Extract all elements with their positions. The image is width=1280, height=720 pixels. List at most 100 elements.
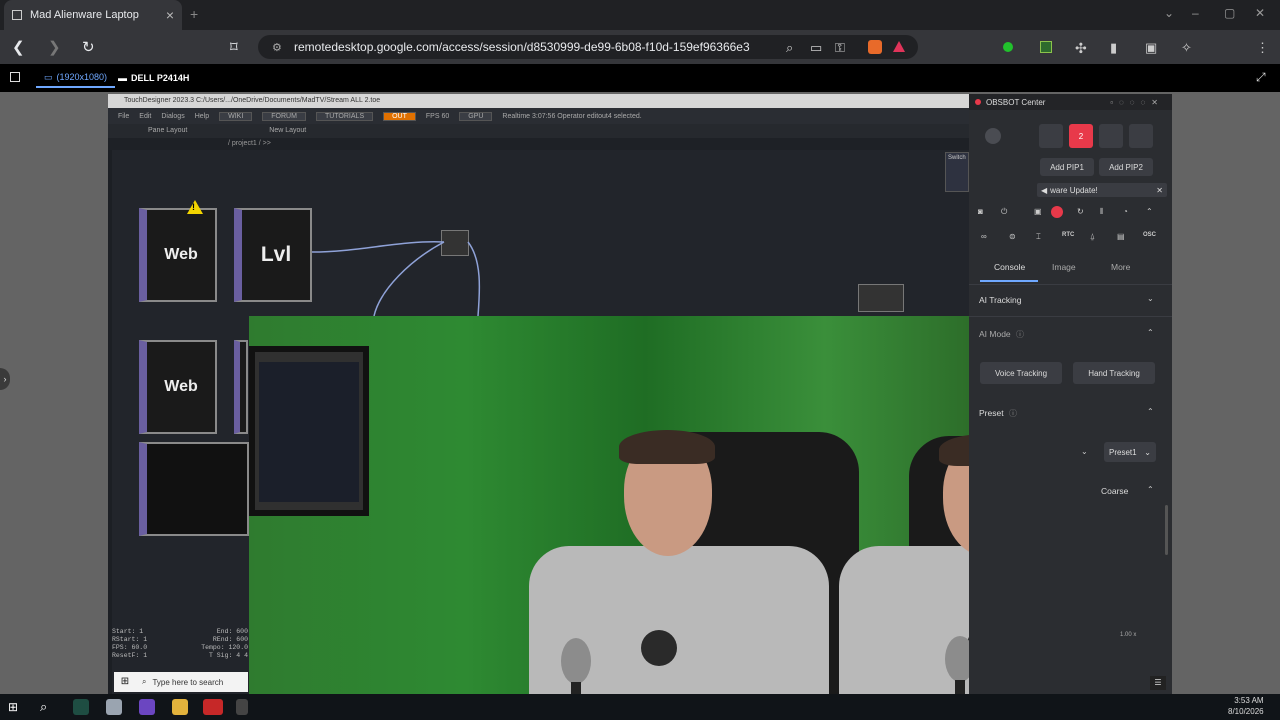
td-switch-node[interactable]: Switch	[945, 152, 969, 192]
obsbot-avatar-icon[interactable]	[985, 128, 1001, 144]
ai-tracking-chevron-icon[interactable]: ⌄	[1147, 294, 1154, 303]
tab-search-chevron-icon[interactable]: ⌄	[1164, 6, 1174, 20]
cast-icon[interactable]: ▭	[810, 40, 822, 56]
voice-tracking-button[interactable]: Voice Tracking	[980, 362, 1062, 384]
td-menu-file[interactable]: File	[118, 113, 129, 120]
firmware-update-banner[interactable]: ◀ ware Update! ✕	[1037, 183, 1167, 197]
tab-image[interactable]: Image	[1052, 262, 1076, 272]
timer-icon[interactable]: ◔	[1123, 207, 1128, 216]
tab-more[interactable]: More	[1111, 262, 1130, 272]
td-node-partial[interactable]	[234, 340, 248, 434]
ai-mode-label[interactable]: AI Mode	[979, 329, 1011, 339]
td-node-web-1[interactable]: Web	[139, 208, 217, 302]
obsbot-device-2[interactable]: 2	[1069, 124, 1093, 148]
taskbar-file-explorer-icon[interactable]	[172, 699, 188, 715]
preset-select[interactable]: Preset1 ⌄	[1104, 442, 1156, 462]
forward-icon[interactable]: ❯	[48, 38, 61, 56]
tab-console[interactable]: Console	[994, 262, 1025, 272]
extension-grid-icon[interactable]	[1040, 41, 1052, 53]
remote-start-icon[interactable]: ⊞	[114, 672, 136, 692]
tab-close-icon[interactable]: ×	[166, 7, 174, 23]
snapshot-icon[interactable]: ◙	[978, 207, 983, 216]
browser-tab[interactable]: Mad Alienware Laptop ×	[4, 0, 182, 30]
warning-icon[interactable]	[187, 200, 203, 214]
windows-start-icon[interactable]: ⊞	[8, 700, 18, 714]
brave-shield-icon[interactable]	[868, 40, 882, 54]
coarse-label[interactable]: Coarse	[1101, 486, 1128, 496]
leo-ai-icon[interactable]: ✧	[1181, 40, 1192, 56]
td-menu-edit[interactable]: Edit	[139, 113, 151, 120]
reload-icon[interactable]: ↻	[82, 38, 95, 56]
preset-label[interactable]: Preset	[979, 408, 1004, 418]
obsbot-device-4[interactable]	[1129, 124, 1153, 148]
display-tab-dell[interactable]: ▬ DELL P2414H	[118, 68, 189, 88]
taskbar-app-touchdesigner-icon[interactable]	[73, 699, 89, 715]
taskbar-app-icon[interactable]	[106, 699, 122, 715]
preset-left-dropdown-icon[interactable]: ⌄	[1081, 447, 1088, 456]
obsbot-window-controls[interactable]: ▫◌◌◌✕	[1110, 98, 1164, 107]
remote-menu-icon[interactable]	[10, 72, 20, 82]
minimize-icon[interactable]: –	[1192, 6, 1199, 20]
remote-notification-icon[interactable]: ☰	[1150, 676, 1166, 690]
coarse-chevron-icon[interactable]: ⌃	[1147, 485, 1154, 494]
td-node-web-2[interactable]: Web	[139, 340, 217, 434]
td-new-layout[interactable]: New Layout	[269, 127, 306, 134]
banner-close-icon[interactable]: ✕	[1156, 186, 1163, 195]
display-tab-1920[interactable]: ▭ (1920x1080)	[36, 68, 116, 88]
remote-fullscreen-icon[interactable]: ⤢	[1256, 70, 1266, 85]
td-forum-button[interactable]: FORUM	[262, 111, 306, 121]
bookmark-icon[interactable]: ⌑	[230, 38, 238, 56]
td-pane-layout[interactable]: Pane Layout	[148, 127, 187, 134]
rewards-triangle-icon[interactable]	[893, 41, 905, 52]
ai-mode-info-icon[interactable]: ⓘ	[1016, 329, 1024, 340]
remote-search-box[interactable]: ⌕ Type here to search	[136, 672, 248, 692]
collapse-icon[interactable]: ⌃	[1146, 207, 1153, 216]
td-node-small-2[interactable]	[858, 284, 904, 312]
td-path[interactable]: / project1 / >>	[228, 140, 271, 147]
taskbar-search-icon[interactable]: ⌕	[40, 699, 47, 715]
password-key-icon[interactable]: ⚿	[835, 40, 845, 56]
taskbar-app-red-icon[interactable]	[203, 699, 223, 715]
link-icon[interactable]: ∞	[981, 232, 987, 241]
add-pip1-button[interactable]: Add PIP1	[1040, 158, 1094, 176]
gimbal-icon[interactable]: ⊜	[1009, 232, 1016, 241]
td-menu-dialogs[interactable]: Dialogs	[161, 113, 184, 120]
wallet-icon[interactable]: ▣	[1145, 40, 1157, 56]
extension-green-icon[interactable]	[1003, 42, 1013, 52]
obs-scrollbar[interactable]	[1165, 505, 1168, 555]
ai-tracking-label[interactable]: AI Tracking	[979, 295, 1022, 305]
record-icon[interactable]: ▣	[1034, 207, 1042, 216]
power-icon[interactable]: ⏻	[1001, 207, 1007, 217]
td-node-black[interactable]	[139, 442, 249, 536]
td-wiki-button[interactable]: WIKI	[219, 111, 253, 121]
new-tab-icon[interactable]: +	[190, 6, 198, 22]
ai-mode-chevron-icon[interactable]: ⌃	[1147, 328, 1154, 337]
person-icon[interactable]: ⍙	[1090, 232, 1095, 242]
preset-info-icon[interactable]: ⓘ	[1009, 408, 1017, 419]
td-menu-help[interactable]: Help	[195, 113, 209, 120]
td-tutorials-button[interactable]: TUTORIALS	[315, 111, 374, 121]
browser-menu-icon[interactable]: ⋮	[1256, 40, 1269, 56]
hand-tracking-button[interactable]: Hand Tracking	[1073, 362, 1155, 384]
taskbar-app-partial-icon[interactable]	[236, 699, 248, 715]
window-close-icon[interactable]: ✕	[1255, 6, 1265, 20]
screen-icon[interactable]: ▤	[1117, 232, 1125, 241]
site-info-icon[interactable]: ⚙	[272, 41, 284, 54]
preset-chevron-icon[interactable]: ⌃	[1147, 407, 1154, 416]
extensions-puzzle-icon[interactable]: ✣	[1075, 40, 1087, 57]
taskbar-clock[interactable]: 3:53 AM 8/10/2026	[1228, 695, 1264, 717]
taskbar-app-purple-icon[interactable]	[139, 699, 155, 715]
add-pip2-button[interactable]: Add PIP2	[1099, 158, 1153, 176]
rtc-icon[interactable]: RTC	[1062, 232, 1074, 238]
reset-icon[interactable]: ↻	[1077, 207, 1084, 216]
frame-icon[interactable]: ⌶	[1036, 232, 1041, 242]
record-active-icon[interactable]	[1051, 206, 1063, 218]
osc-icon[interactable]: OSC	[1143, 232, 1156, 238]
maximize-icon[interactable]: ▢	[1224, 6, 1235, 20]
audio-icon[interactable]: ⦀	[1100, 207, 1104, 217]
sidebar-icon[interactable]: ▮	[1110, 40, 1117, 56]
zoom-icon[interactable]: ⌕	[786, 40, 793, 56]
obsbot-device-1[interactable]	[1039, 124, 1063, 148]
back-icon[interactable]: ❮	[12, 38, 25, 56]
td-out-button[interactable]: OUT	[383, 111, 416, 121]
